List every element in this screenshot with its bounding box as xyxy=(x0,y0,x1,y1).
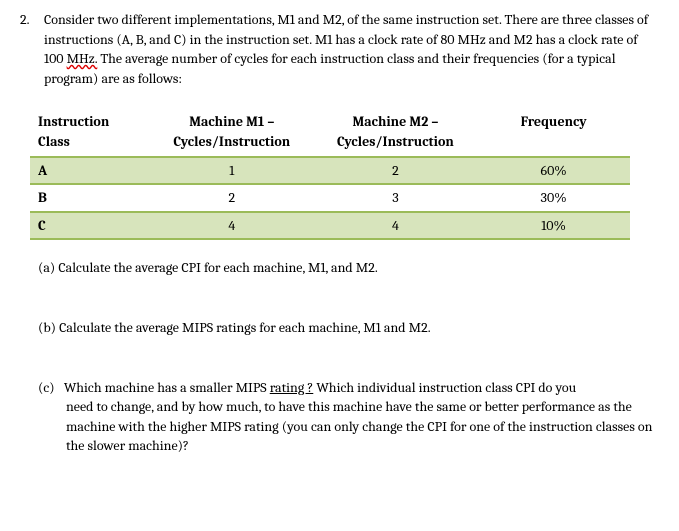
cell-class: A xyxy=(30,157,150,185)
header-m2: Machine M2 – Cycles/Instruction xyxy=(314,108,478,156)
problem-text: Consider two different implementations, … xyxy=(44,10,659,88)
cell-class: B xyxy=(30,184,150,212)
cell-m1: 1 xyxy=(150,157,314,185)
part-c-text-2-inline: Which individual instruction class CPI d… xyxy=(313,379,576,396)
cell-freq: 30% xyxy=(477,184,630,212)
table-row: A 1 2 60% xyxy=(30,157,630,185)
part-b-label: (b) xyxy=(38,319,56,336)
table-header-row: Instruction Class Machine M1 – Cycles/In… xyxy=(30,108,630,156)
cell-m2: 4 xyxy=(314,212,478,240)
header-freq: Frequency xyxy=(477,108,630,156)
part-a-label: (a) xyxy=(38,259,55,276)
part-c-rating: rating ? xyxy=(270,379,314,396)
problem-number: 2. xyxy=(20,10,44,88)
part-a-text: Calculate the average CPI for each machi… xyxy=(58,259,377,276)
header-class: Instruction Class xyxy=(30,108,150,156)
part-b: (b) Calculate the average MIPS ratings f… xyxy=(38,318,659,338)
cell-class: C xyxy=(30,212,150,240)
part-c-text-1: Which machine has a smaller MIPS xyxy=(64,379,270,396)
part-b-text: Calculate the average MIPS ratings for e… xyxy=(59,319,431,336)
intro-mhz: MHz. xyxy=(67,50,98,67)
header-m1: Machine M1 – Cycles/Instruction xyxy=(150,108,314,156)
table-row: B 2 3 30% xyxy=(30,184,630,212)
cell-m2: 3 xyxy=(314,184,478,212)
table-row: C 4 4 10% xyxy=(30,212,630,240)
cell-freq: 60% xyxy=(477,157,630,185)
part-c-label: (c) xyxy=(38,379,55,396)
cell-m1: 4 xyxy=(150,212,314,240)
cell-m2: 2 xyxy=(314,157,478,185)
problem-intro: 2. Consider two different implementation… xyxy=(20,10,659,88)
part-c: (c) Which machine has a smaller MIPS rat… xyxy=(38,378,659,456)
intro-text-2: The average number of cycles for each in… xyxy=(44,50,616,87)
part-c-body: need to change, and by how much, to have… xyxy=(66,397,659,456)
cell-freq: 10% xyxy=(477,212,630,240)
part-a: (a) Calculate the average CPI for each m… xyxy=(38,258,659,278)
cell-m1: 2 xyxy=(150,184,314,212)
cpi-table: Instruction Class Machine M1 – Cycles/In… xyxy=(30,108,630,240)
